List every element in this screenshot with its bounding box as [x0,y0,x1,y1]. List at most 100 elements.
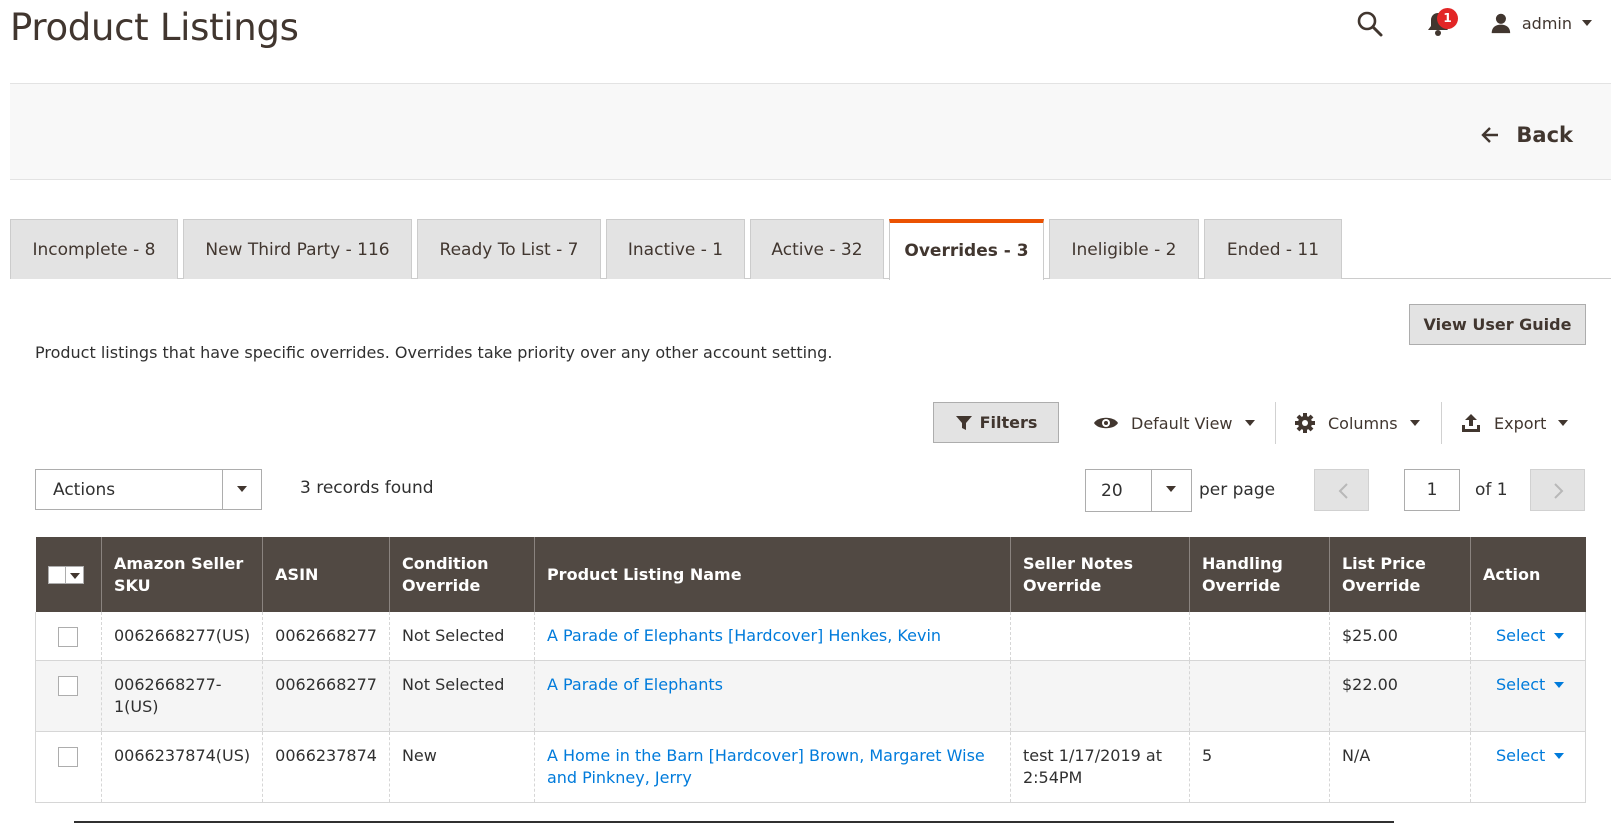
export-label: Export [1494,413,1547,433]
page-title: Product Listings [10,6,299,49]
asin-cell: 0062668277 [262,660,390,732]
product-listing-link[interactable]: A Parade of Elephants [547,675,723,694]
columns-dropdown[interactable]: Columns [1294,404,1420,442]
row-select-action[interactable]: Select [1496,674,1565,696]
row-select-cell [35,731,102,803]
name-cell: A Home in the Barn [Hardcover] Brown, Ma… [533,731,1011,803]
per-page-select[interactable]: 20 [1085,469,1192,512]
toolbar-divider [1441,402,1442,444]
sku-cell: 0066237874(US) [100,731,263,803]
tab-ready-to-list[interactable]: Ready To List - 7 [417,219,601,279]
price-cell: N/A [1328,731,1471,803]
chevron-down-icon [237,486,247,492]
price-cell: $25.00 [1328,612,1471,661]
handling-cell [1188,660,1330,732]
records-found: 3 records found [300,478,434,498]
column-seller-notes-override[interactable]: Seller Notes Override [1009,537,1190,612]
listing-status-tabs: Incomplete - 8 New Third Party - 116 Rea… [10,219,1611,280]
select-label: Select [1495,626,1546,645]
page-actions-bar: Back [10,84,1611,180]
mass-actions-label: Actions [53,480,116,500]
tab-incomplete[interactable]: Incomplete - 8 [10,219,178,279]
mass-select-header[interactable] [35,537,102,612]
row-checkbox[interactable] [58,747,78,767]
next-page-button[interactable] [1530,469,1585,511]
seller-notes-cell [1009,660,1190,732]
previous-page-button[interactable] [1314,469,1369,511]
eye-icon [1094,417,1118,429]
select-arrow [1151,470,1191,511]
chevron-down-icon [1166,486,1176,492]
chevron-down-icon [1558,420,1569,426]
column-handling-override[interactable]: Handling Override [1188,537,1330,612]
default-view-dropdown[interactable]: Default View [1093,404,1255,442]
condition-cell: Not Selected [388,612,535,661]
row-select-cell [35,612,102,661]
content-bottom-edge [74,821,1394,823]
asin-cell: 0062668277 [262,612,390,661]
tab-ended[interactable]: Ended - 11 [1204,219,1342,279]
row-checkbox[interactable] [58,627,78,647]
product-listings-grid: Amazon Seller SKU ASIN Condition Overrid… [35,537,1587,803]
table-row: 0062668277-1(US) 0062668277 Not Selected… [35,660,1587,732]
total-pages: of 1 [1475,480,1508,500]
chevron-down-icon[interactable] [65,565,84,584]
chevron-down-icon [1582,20,1592,26]
tab-active[interactable]: Active - 32 [750,219,884,279]
view-user-guide-button[interactable]: View User Guide [1409,304,1586,345]
tab-ineligible[interactable]: Ineligible - 2 [1049,219,1199,279]
chevron-down-icon [1554,633,1565,639]
toolbar-divider [1275,402,1276,444]
chevron-down-icon [1554,682,1565,688]
row-select-cell [35,660,102,732]
select-arrow [222,470,261,509]
notification-count-badge: 1 [1437,8,1458,29]
tab-inactive[interactable]: Inactive - 1 [606,219,745,279]
back-button[interactable]: Back [1480,120,1573,150]
per-page-label: per page [1199,480,1276,500]
mass-select-checkbox[interactable] [47,565,90,584]
arrow-left-icon [1481,127,1499,143]
action-cell: Select [1469,731,1587,803]
name-cell: A Parade of Elephants [Hardcover] Henkes… [533,612,1011,661]
condition-cell: Not Selected [388,660,535,732]
export-dropdown[interactable]: Export [1460,404,1569,442]
export-icon [1462,414,1480,432]
filters-label: Filters [979,413,1038,432]
mass-actions-select[interactable]: Actions [35,469,262,510]
user-icon [1491,13,1511,34]
admin-user-menu[interactable]: admin [1490,8,1592,38]
row-select-action[interactable]: Select [1495,625,1565,647]
tab-overrides[interactable]: Overrides - 3 [889,219,1044,280]
checkbox[interactable] [47,565,66,584]
table-row: 0066237874(US) 0066237874 New A Home in … [35,731,1587,803]
column-amazon-seller-sku[interactable]: Amazon Seller SKU [100,537,263,612]
column-condition-override[interactable]: Condition Override [388,537,535,612]
row-select-action[interactable]: Select [1496,745,1565,767]
asin-cell: 0066237874 [262,731,390,803]
user-name: admin [1521,13,1572,33]
column-list-price-override[interactable]: List Price Override [1328,537,1471,612]
product-listing-link[interactable]: A Parade of Elephants [Hardcover] Henkes… [547,626,941,645]
seller-notes-cell: test 1/17/2019 at 2:54PM [1009,731,1190,803]
search-icon[interactable] [1356,10,1384,38]
column-product-listing-name[interactable]: Product Listing Name [533,537,1011,612]
columns-label: Columns [1328,413,1398,433]
row-checkbox[interactable] [58,676,78,696]
gear-icon [1295,413,1315,433]
tab-new-third-party[interactable]: New Third Party - 116 [183,219,412,279]
chevron-down-icon [1244,420,1255,426]
action-cell: Select [1469,612,1587,661]
action-cell: Select [1469,660,1587,732]
filters-button[interactable]: Filters [933,402,1059,443]
column-asin[interactable]: ASIN [262,537,390,612]
product-listing-link[interactable]: A Home in the Barn [Hardcover] Brown, Ma… [547,746,985,787]
chevron-down-icon [1409,420,1420,426]
seller-notes-cell [1009,612,1190,661]
grid-header-row: Amazon Seller SKU ASIN Condition Overrid… [35,537,1586,612]
chevron-left-icon [1338,483,1348,499]
chevron-down-icon [1554,753,1565,759]
name-cell: A Parade of Elephants [533,660,1011,732]
current-page-input[interactable] [1404,469,1460,511]
sku-cell: 0062668277(US) [100,612,263,661]
